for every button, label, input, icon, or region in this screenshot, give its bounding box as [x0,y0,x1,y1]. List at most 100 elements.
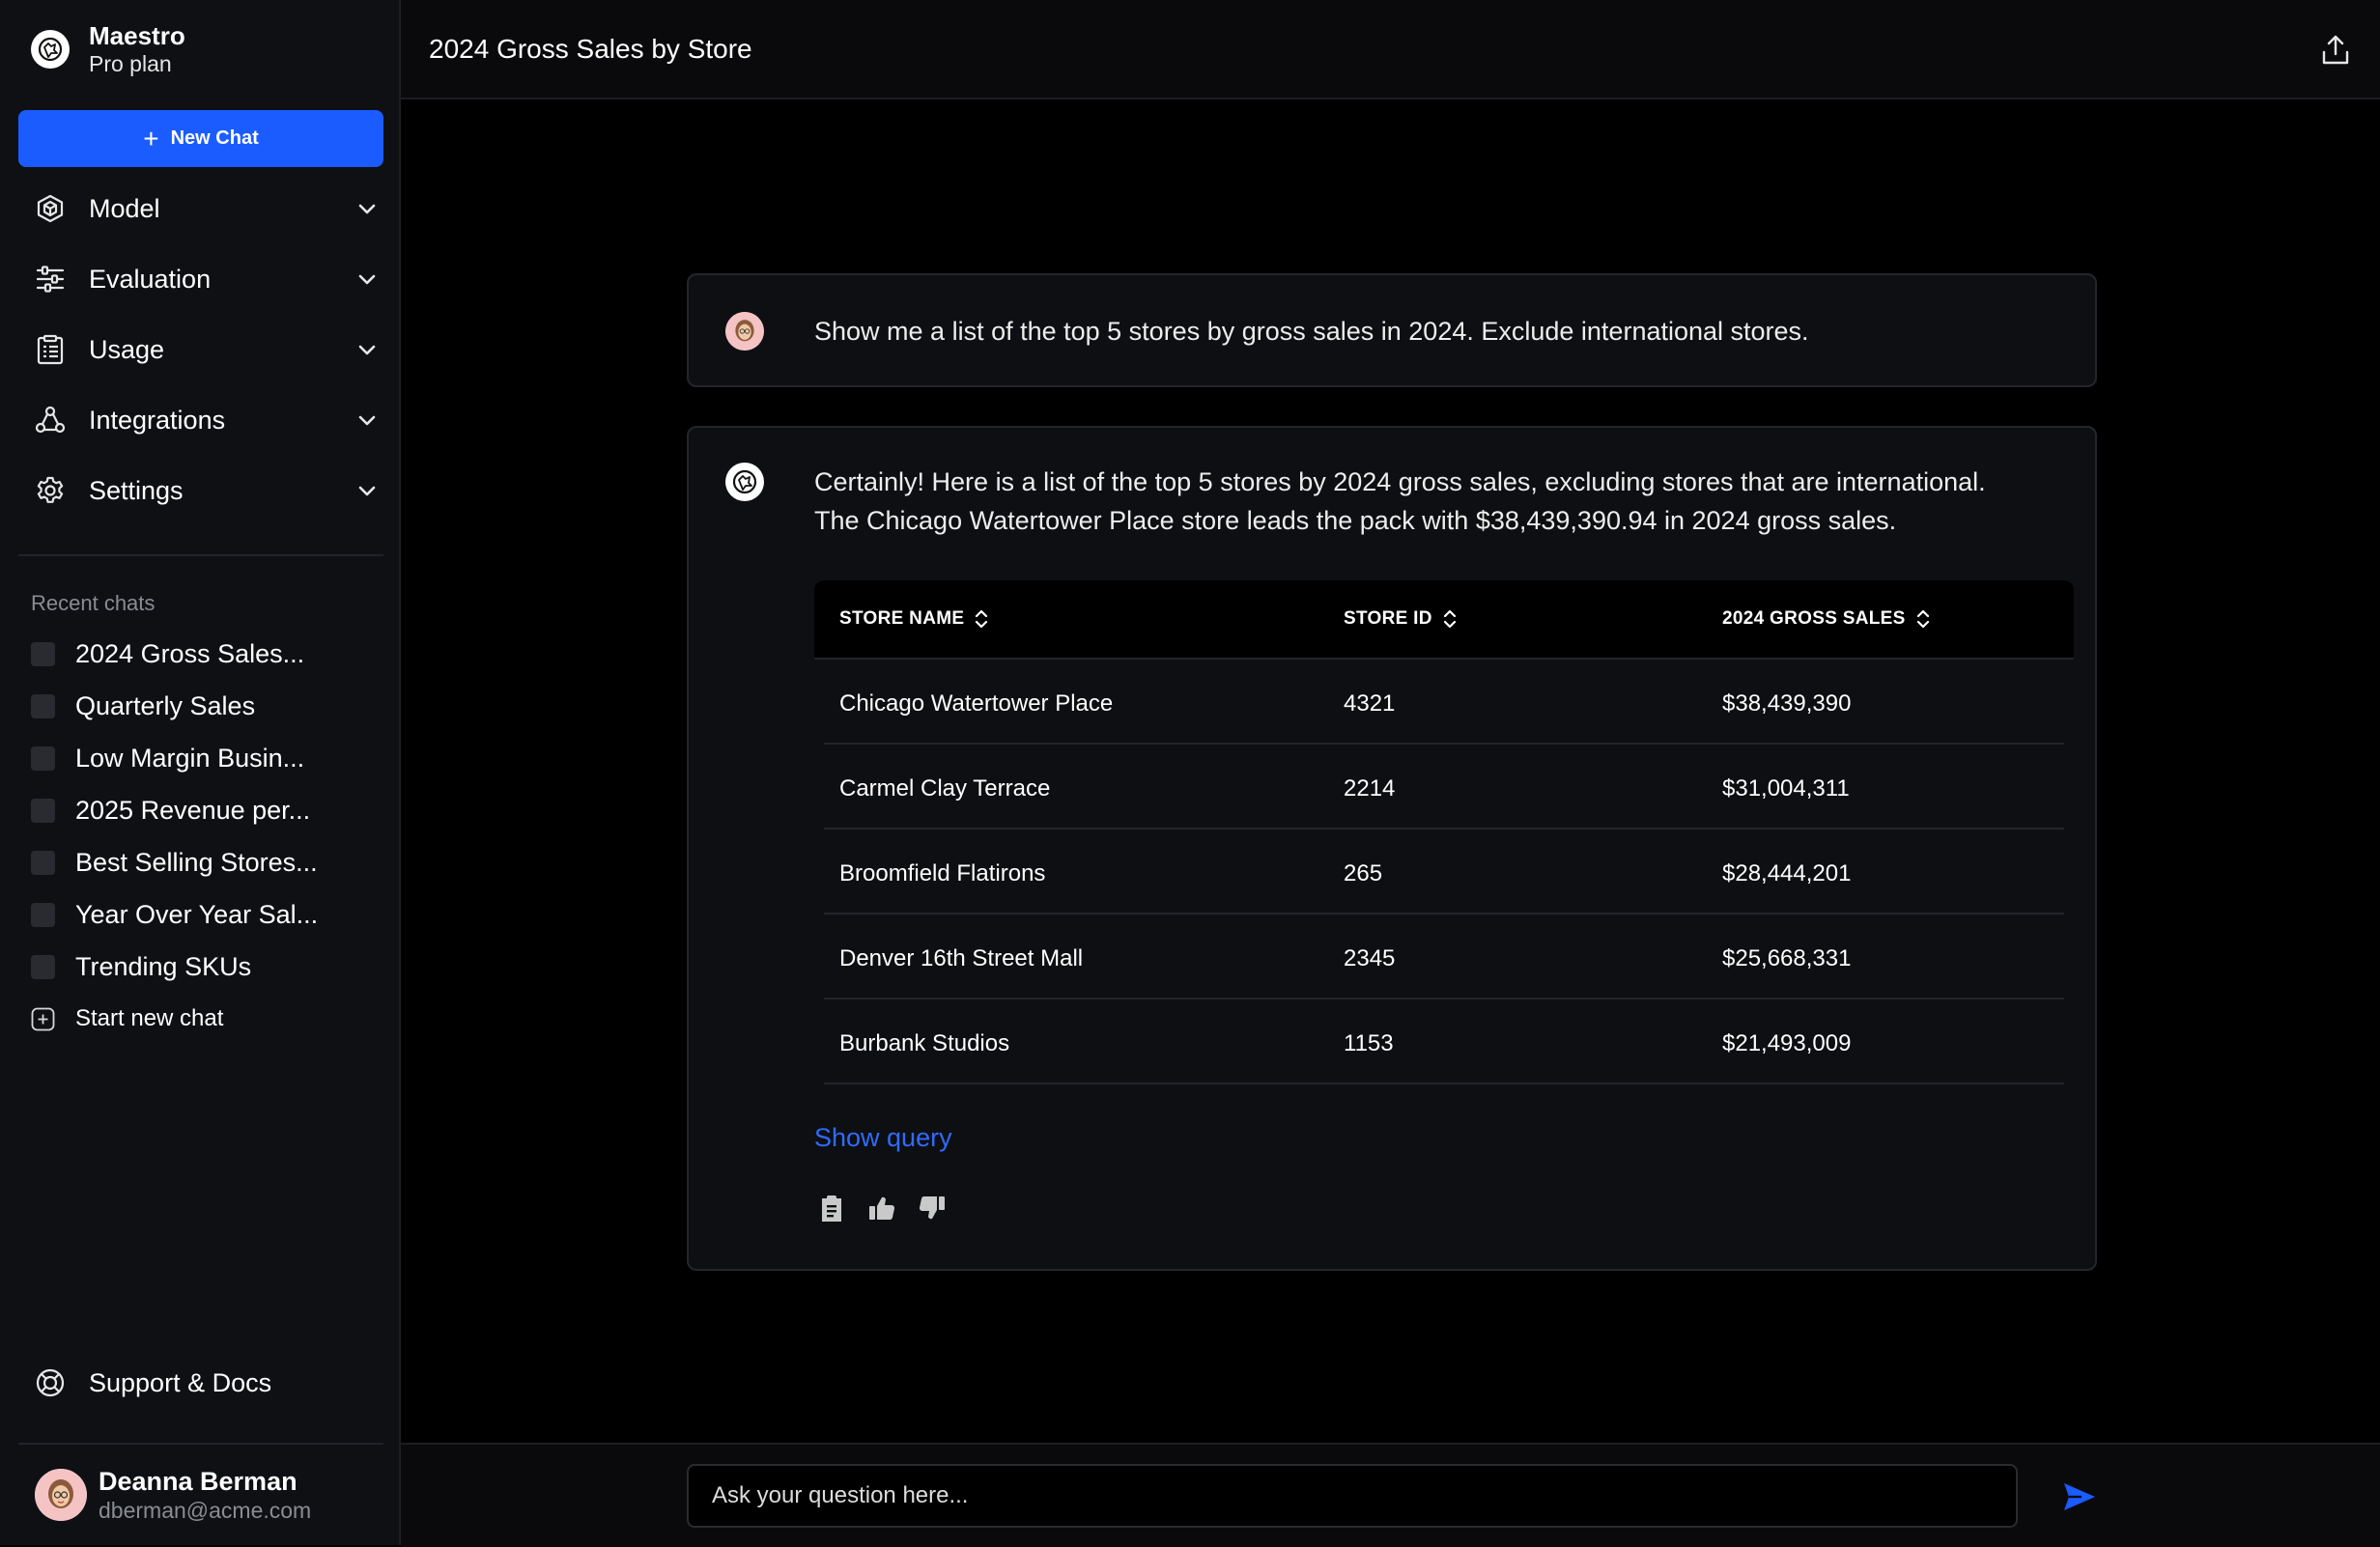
cell-store-name: Chicago Watertower Place [839,690,1114,717]
new-chat-label: New Chat [170,127,259,149]
assistant-message-text: Certainly! Here is a list of the top 5 s… [814,463,1986,540]
composer-bar [401,1443,2380,1547]
brand-name: Maestro [89,21,185,50]
recent-chat-item[interactable]: Trending SKUs [31,947,379,986]
lifebuoy-icon [33,1365,68,1400]
thumbs-up-icon[interactable] [864,1191,899,1225]
assistant-message-line: Certainly! Here is a list of the top 5 s… [814,467,1986,496]
cell-store-name: Broomfield Flatirons [839,860,1046,886]
chat-checkbox[interactable] [31,954,55,979]
sidebar-divider [18,1443,383,1445]
chat-checkbox[interactable] [31,850,55,875]
column-header-label: 2024 GROSS SALES [1722,608,1906,629]
start-new-chat-link[interactable]: Start new chat [31,999,379,1038]
recent-chat-item[interactable]: 2025 Revenue per... [31,791,379,830]
new-chat-button[interactable]: + New Chat [18,110,383,167]
column-header-label: STORE ID [1344,608,1432,629]
assistant-message-line: The Chicago Watertower Place store leads… [814,506,1897,535]
integrations-icon [33,403,68,437]
nav-item-label: Settings [89,475,184,505]
show-query-link[interactable]: Show query [814,1123,952,1153]
sliders-icon [33,262,68,296]
support-docs-link[interactable]: Support & Docs [33,1365,271,1400]
chevron-down-icon[interactable] [355,197,379,220]
user-message-text: Show me a list of the top 5 stores by gr… [814,317,1809,346]
nav-item-model[interactable]: Model [33,184,379,233]
table-row: Carmel Clay Terrace 2214 $31,004,311 [824,745,2064,830]
table-row: Denver 16th Street Mall 2345 $25,668,331 [824,914,2064,999]
nav-item-label: Integrations [89,405,226,435]
sort-icon [1916,609,1929,629]
user-profile[interactable]: Deanna Berman dberman@acme.com [35,1466,311,1524]
cell-gross-sales: $38,439,390 [1722,690,1852,717]
main-content: 2024 Gross Sales by Store Show me a list… [401,0,2380,1547]
gear-icon [33,473,68,508]
table-row: Broomfield Flatirons 265 $28,444,201 [824,830,2064,914]
cell-store-id: 265 [1344,860,1383,886]
recent-chat-label: Year Over Year Sal... [75,899,319,929]
table-row: Burbank Studios 1153 $21,493,009 [824,999,2064,1084]
user-email: dberman@acme.com [99,1498,312,1523]
chat-checkbox[interactable] [31,798,55,823]
table-header: STORE NAME STORE ID 2024 GROSS SALES [814,580,2074,660]
nav-item-usage[interactable]: Usage [33,325,379,374]
recent-chats-title: Recent chats [31,591,156,615]
cell-gross-sales: $25,668,331 [1722,945,1852,971]
user-message: Show me a list of the top 5 stores by gr… [687,273,2097,387]
avatar [725,312,764,351]
avatar [35,1469,87,1521]
cell-store-id: 2214 [1344,775,1396,802]
recent-chat-item[interactable]: Best Selling Stores... [31,843,379,882]
nav-item-label: Usage [89,334,165,364]
sidebar-divider [18,554,383,556]
cube-icon [33,191,68,226]
column-header-store-name[interactable]: STORE NAME [839,608,989,630]
recent-chat-item[interactable]: Quarterly Sales [31,687,379,725]
results-table: STORE NAME STORE ID 2024 GROSS SALES Chi… [814,580,2074,1084]
chevron-down-icon[interactable] [355,408,379,432]
assistant-logo-icon [725,463,764,501]
nav-item-integrations[interactable]: Integrations [33,396,379,444]
nav-item-evaluation[interactable]: Evaluation [33,255,379,303]
chevron-down-icon[interactable] [355,338,379,361]
chat-checkbox[interactable] [31,693,55,718]
copy-clipboard-icon[interactable] [814,1191,849,1225]
send-icon[interactable] [2060,1477,2099,1516]
support-docs-label: Support & Docs [89,1367,272,1397]
brand: Maestro Pro plan [31,21,185,77]
recent-chat-label: Quarterly Sales [75,690,256,720]
share-upload-icon[interactable] [2318,33,2353,68]
plus-square-icon [31,1007,55,1030]
recent-chat-item[interactable]: Year Over Year Sal... [31,895,379,934]
nav-item-settings[interactable]: Settings [33,466,379,515]
column-header-store-id[interactable]: STORE ID [1344,608,1458,630]
table-row: Chicago Watertower Place 4321 $38,439,39… [824,660,2064,745]
chat-checkbox[interactable] [31,641,55,666]
cell-store-name: Carmel Clay Terrace [839,775,1051,802]
message-actions [814,1191,965,1225]
cell-store-id: 4321 [1344,690,1396,717]
column-header-label: STORE NAME [839,608,965,629]
brand-plan: Pro plan [89,51,172,76]
sidebar: Maestro Pro plan + New Chat Model Evalua… [0,0,401,1545]
cell-store-name: Burbank Studios [839,1030,1010,1056]
user-name: Deanna Berman [99,1467,298,1496]
recent-chat-item[interactable]: 2024 Gross Sales... [31,634,379,673]
column-header-gross-sales[interactable]: 2024 GROSS SALES [1722,608,1931,630]
assistant-message: Certainly! Here is a list of the top 5 s… [687,426,2097,1271]
chat-checkbox[interactable] [31,745,55,771]
chevron-down-icon[interactable] [355,479,379,502]
clipboard-list-icon [33,332,68,367]
page-title: 2024 Gross Sales by Store [429,33,752,64]
chat-checkbox[interactable] [31,902,55,927]
cell-store-name: Denver 16th Street Mall [839,945,1084,971]
question-input[interactable] [687,1464,2018,1528]
recent-chat-label: 2024 Gross Sales... [75,638,305,668]
sort-icon [976,609,988,629]
top-bar: 2024 Gross Sales by Store [401,0,2380,99]
recent-chat-label: Trending SKUs [75,951,252,981]
thumbs-down-icon[interactable] [915,1191,949,1225]
recent-chat-item[interactable]: Low Margin Busin... [31,739,379,777]
chevron-down-icon[interactable] [355,267,379,291]
plus-icon: + [143,123,159,154]
